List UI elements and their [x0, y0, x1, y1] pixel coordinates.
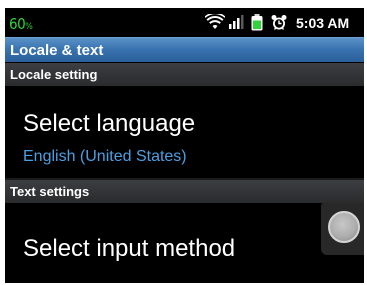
select-input-method-item[interactable]: Select input method — [5, 203, 364, 283]
section-header-text: Text settings — [5, 180, 364, 203]
section-header-label: Text settings — [10, 184, 90, 199]
battery-percentage: 60% — [9, 15, 33, 33]
status-bar: 60% 5:03 AM — [5, 8, 364, 37]
current-language-value: English (United States) — [23, 148, 187, 165]
battery-level: 60 — [9, 15, 26, 33]
status-clock: 5:03 AM — [296, 15, 350, 31]
wifi-icon — [204, 12, 226, 35]
section-header-locale: Locale setting — [5, 63, 364, 86]
section-header-label: Locale setting — [10, 67, 98, 82]
page-title: Locale & text — [10, 42, 104, 59]
select-language-item[interactable]: Select language English (United States) — [5, 86, 364, 178]
select-language-title: Select language — [23, 110, 196, 137]
device-screen: 60% 5:03 AM Locale & text Locale setting… — [5, 8, 364, 283]
select-input-method-title: Select input method — [23, 235, 236, 262]
assistive-knob-icon[interactable] — [328, 211, 360, 243]
battery-unit: % — [25, 22, 33, 32]
alarm-clock-icon — [271, 14, 287, 36]
floating-assistive-widget[interactable] — [321, 201, 364, 255]
title-bar: Locale & text — [5, 37, 364, 62]
signal-bars-icon — [229, 14, 245, 35]
battery-icon — [251, 14, 263, 36]
